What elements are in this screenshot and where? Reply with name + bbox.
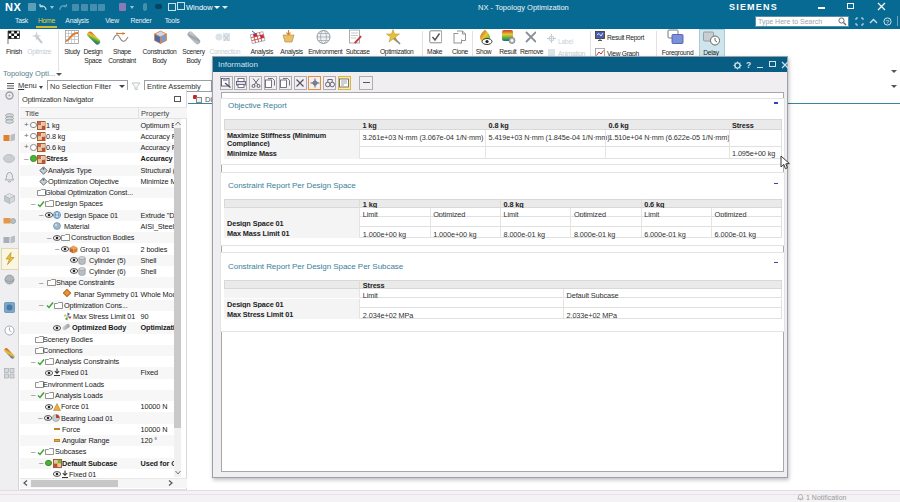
svg-text:?: ?: [886, 18, 890, 24]
